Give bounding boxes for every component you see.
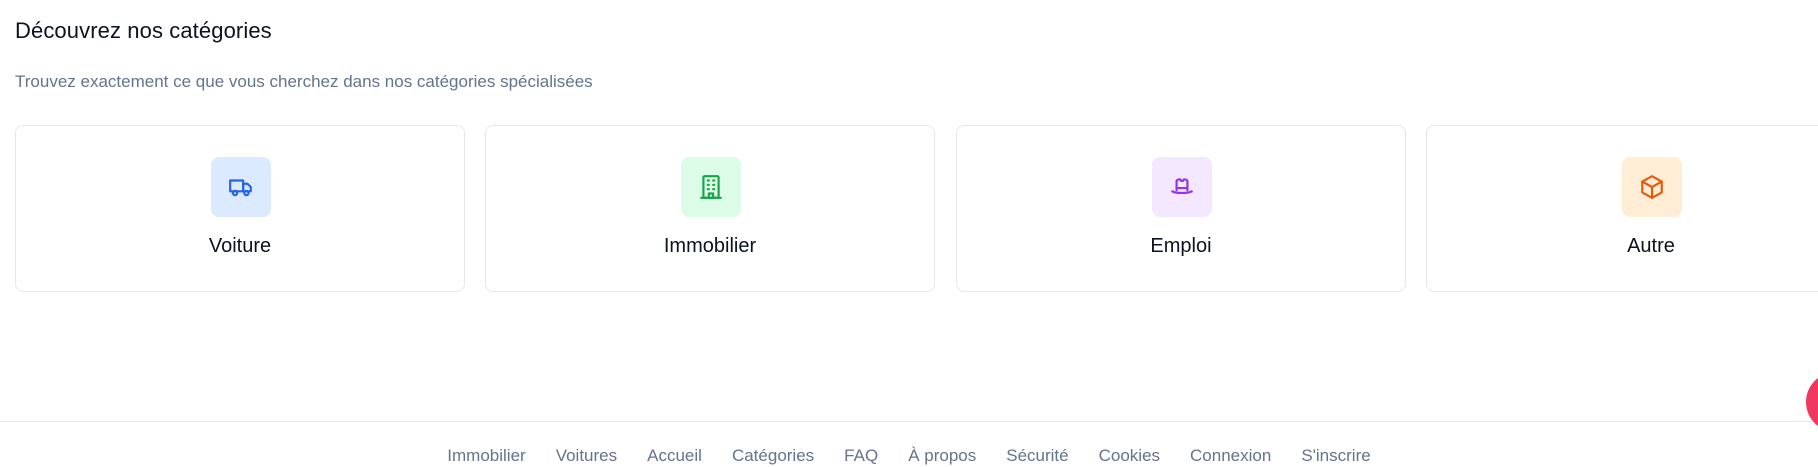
footer-link-inscrire[interactable]: S'inscrire bbox=[1301, 446, 1370, 466]
footer-link-voitures[interactable]: Voitures bbox=[556, 446, 617, 466]
category-icon-tile bbox=[1152, 157, 1212, 217]
footer-link-cookies[interactable]: Cookies bbox=[1099, 446, 1160, 466]
box-icon bbox=[1641, 175, 1663, 199]
section-title: Découvrez nos catégories bbox=[15, 18, 272, 43]
category-grid: Voiture Immobilier Emploi Autre bbox=[15, 125, 1818, 292]
category-icon-tile bbox=[1622, 157, 1682, 217]
category-card-autre[interactable]: Autre bbox=[1426, 125, 1818, 292]
category-card-immobilier[interactable]: Immobilier bbox=[485, 125, 935, 292]
footer-link-a-propos[interactable]: À propos bbox=[908, 446, 976, 466]
footer-link-securite[interactable]: Sécurité bbox=[1006, 446, 1068, 466]
category-label: Emploi bbox=[1150, 235, 1212, 257]
category-icon-tile bbox=[681, 157, 741, 217]
footer-link-connexion[interactable]: Connexion bbox=[1190, 446, 1271, 466]
category-card-emploi[interactable]: Emploi bbox=[956, 125, 1406, 292]
building-icon bbox=[700, 175, 722, 199]
category-label: Voiture bbox=[208, 235, 272, 257]
footer-link-categories[interactable]: Catégories bbox=[732, 446, 814, 466]
footer-nav: Immobilier Voitures Accueil Catégories F… bbox=[0, 446, 1818, 466]
category-label: Immobilier bbox=[663, 235, 757, 257]
footer-divider bbox=[0, 421, 1818, 422]
hat-icon bbox=[1171, 178, 1193, 195]
category-label: Autre bbox=[1627, 235, 1675, 257]
section-subtitle: Trouvez exactement ce que vous cherchez … bbox=[15, 72, 593, 91]
footer-link-accueil[interactable]: Accueil bbox=[647, 446, 702, 466]
truck-icon bbox=[229, 179, 252, 197]
chat-bubble-button[interactable] bbox=[1806, 372, 1818, 432]
footer-link-faq[interactable]: FAQ bbox=[844, 446, 878, 466]
category-icon-tile bbox=[211, 157, 271, 217]
category-card-voiture[interactable]: Voiture bbox=[15, 125, 465, 292]
footer-link-immobilier[interactable]: Immobilier bbox=[447, 446, 525, 466]
